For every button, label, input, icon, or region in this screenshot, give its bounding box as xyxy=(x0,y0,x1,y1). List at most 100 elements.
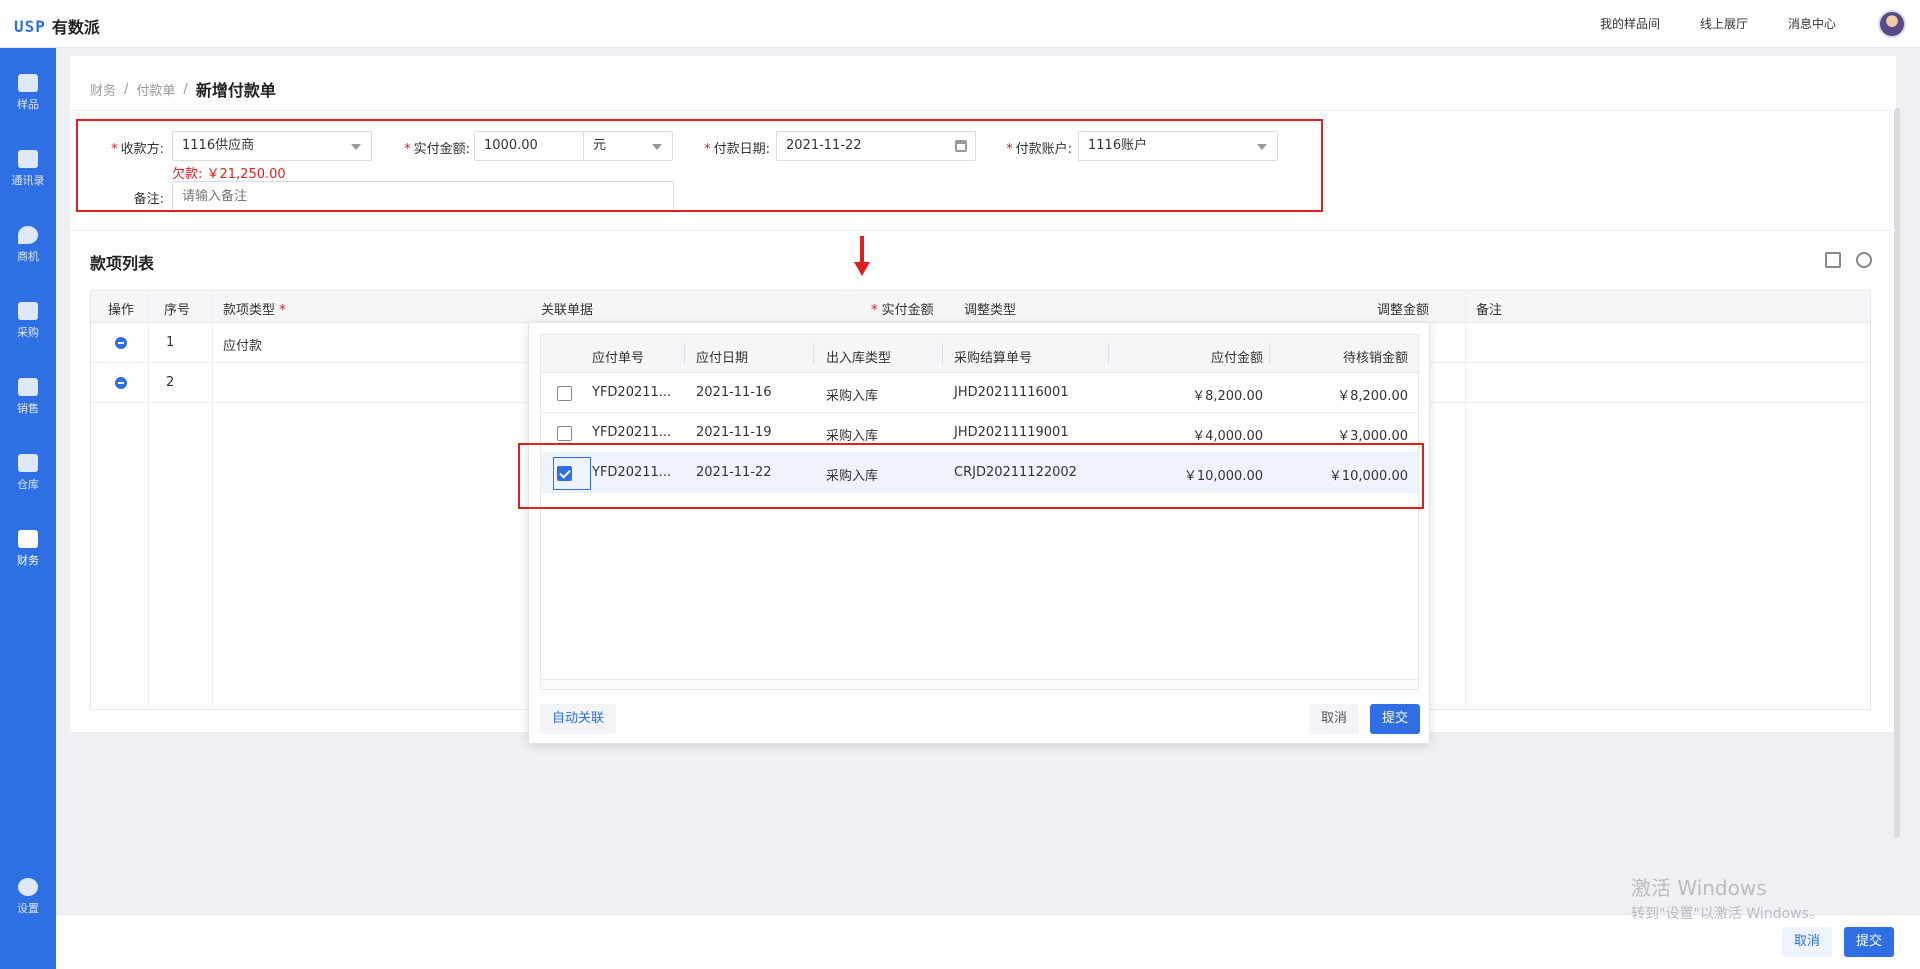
related-docs-header: 应付单号 应付日期 出入库类型 采购结算单号 应付金额 待核销金额 xyxy=(541,335,1418,373)
logo-mark: USP xyxy=(14,16,46,36)
pending-amount: ￥8,200.00 xyxy=(1337,389,1408,404)
row-index: 1 xyxy=(166,335,175,350)
user-avatar[interactable] xyxy=(1878,10,1906,38)
io-type: 采购入库 xyxy=(826,429,879,444)
purchase-icon xyxy=(18,302,38,320)
divider xyxy=(70,110,1896,111)
settle-no: JHD20211119001 xyxy=(954,425,1069,440)
popover-cancel-button[interactable]: 取消 xyxy=(1309,704,1360,734)
nav-label: 仓库 xyxy=(17,478,39,491)
settle-no: JHD20211116001 xyxy=(954,385,1069,400)
related-docs-popover: 应付单号 应付日期 出入库类型 采购结算单号 应付金额 待核销金额 YFD202… xyxy=(528,322,1430,744)
windows-activation-watermark: 激活 Windows 转到"设置"以激活 Windows。 xyxy=(1631,872,1823,923)
col-paid-amount: * 实付金额 xyxy=(871,303,934,318)
popover-submit-button[interactable]: 提交 xyxy=(1370,704,1421,734)
nav-item-settings[interactable]: 设置 xyxy=(0,872,56,928)
cancel-button[interactable]: 取消 xyxy=(1782,927,1833,957)
payable-date: 2021-11-16 xyxy=(696,385,772,400)
items-section-title: 款项列表 xyxy=(90,254,155,273)
items-table-header: 操作 序号 款项类型 * 关联单据 * 实付金额 调整类型 调整金额 备注 xyxy=(91,291,1870,323)
page-scrollbar[interactable] xyxy=(1894,108,1900,838)
col-io-type: 出入库类型 xyxy=(826,351,892,366)
fullscreen-icon[interactable] xyxy=(1825,252,1841,268)
col-adjust-amount: 调整金额 xyxy=(1377,303,1430,318)
col-payable-amount: 应付金额 xyxy=(1210,351,1263,366)
breadcrumb-payment-order[interactable]: 付款单 xyxy=(136,80,175,99)
remove-row-icon[interactable] xyxy=(115,337,127,349)
nav-label: 销售 xyxy=(17,402,39,415)
row-checkbox[interactable] xyxy=(557,426,572,441)
payable-no: YFD20211... xyxy=(592,385,672,400)
sales-icon xyxy=(18,378,38,396)
io-type: 采购入库 xyxy=(826,389,879,404)
finance-icon xyxy=(18,530,38,548)
col-settle-no: 采购结算单号 xyxy=(954,351,1033,366)
nav-label: 设置 xyxy=(17,902,39,915)
column-divider xyxy=(942,343,943,365)
nav-item-purchase[interactable]: 采购 xyxy=(0,296,56,352)
nav-label: 采购 xyxy=(17,326,39,339)
annotation-arrow xyxy=(854,236,870,276)
watermark-line-2: 转到"设置"以激活 Windows。 xyxy=(1631,906,1823,922)
breadcrumb-finance[interactable]: 财务 xyxy=(90,80,116,99)
contacts-icon xyxy=(18,150,38,168)
col-payable-date: 应付日期 xyxy=(696,351,749,366)
col-pending-amount: 待核销金额 xyxy=(1342,351,1408,366)
col-payable-no: 应付单号 xyxy=(592,351,645,366)
nav-item-contacts[interactable]: 通讯录 xyxy=(0,144,56,200)
payable-amount: ￥8,200.00 xyxy=(1192,389,1263,404)
nav-label: 商机 xyxy=(17,250,39,263)
opportunity-icon xyxy=(18,226,38,244)
settings-icon xyxy=(18,878,38,896)
horizontal-scrollbar[interactable] xyxy=(541,679,1418,689)
nav-label: 财务 xyxy=(17,554,39,567)
nav-item-sample[interactable]: 样品 xyxy=(0,68,56,124)
nav-item-finance[interactable]: 财务 xyxy=(0,524,56,580)
warehouse-icon xyxy=(18,454,38,472)
breadcrumb: 财务 / 付款单 / 新增付款单 xyxy=(90,77,276,101)
column-divider xyxy=(1108,343,1109,365)
column-divider xyxy=(813,343,814,365)
watermark-line-1: 激活 Windows xyxy=(1631,876,1767,900)
col-adjust-type: 调整类型 xyxy=(964,303,1017,318)
table-row[interactable]: YFD20211... 2021-11-16 采购入库 JHD202111160… xyxy=(541,373,1418,413)
nav-label: 样品 xyxy=(17,98,39,111)
page-title: 新增付款单 xyxy=(195,81,276,100)
column-divider xyxy=(684,343,685,365)
breadcrumb-separator: / xyxy=(124,81,129,97)
column-divider xyxy=(1269,343,1270,365)
brand-name: 有数派 xyxy=(51,18,100,37)
pending-amount: ￥3,000.00 xyxy=(1337,429,1408,444)
related-docs-table: 应付单号 应付日期 出入库类型 采购结算单号 应付金额 待核销金额 YFD202… xyxy=(540,334,1419,690)
app-logo[interactable]: USP 有数派 xyxy=(14,14,100,38)
submit-button[interactable]: 提交 xyxy=(1844,927,1895,957)
col-type: 款项类型 * xyxy=(223,303,286,318)
row-checkbox[interactable] xyxy=(557,386,572,401)
col-index: 序号 xyxy=(164,303,191,318)
row-type[interactable]: 应付款 xyxy=(223,335,262,354)
side-nav: 样品 通讯录 商机 采购 销售 仓库 财务 设置 xyxy=(0,48,56,969)
breadcrumb-separator: / xyxy=(183,81,188,97)
gear-icon[interactable] xyxy=(1856,252,1872,268)
nav-label: 通讯录 xyxy=(11,174,45,187)
col-remark: 备注 xyxy=(1476,303,1503,318)
payable-no: YFD20211... xyxy=(592,425,672,440)
top-links: 我的样品间 线上展厅 消息中心 xyxy=(1600,15,1836,32)
payable-date: 2021-11-19 xyxy=(696,425,772,440)
top-link-online-showroom[interactable]: 线上展厅 xyxy=(1700,15,1748,32)
top-bar: USP 有数派 我的样品间 线上展厅 消息中心 xyxy=(0,0,1920,48)
remove-row-icon[interactable] xyxy=(115,377,127,389)
highlight-box-selected-row xyxy=(518,443,1424,509)
divider xyxy=(70,230,1896,231)
highlight-box-form xyxy=(76,119,1323,212)
nav-item-sales[interactable]: 销售 xyxy=(0,372,56,428)
nav-item-opportunity[interactable]: 商机 xyxy=(0,220,56,276)
nav-item-warehouse[interactable]: 仓库 xyxy=(0,448,56,504)
auto-link-button[interactable]: 自动关联 xyxy=(540,704,617,734)
row-index: 2 xyxy=(166,375,175,390)
sample-icon xyxy=(18,74,38,92)
top-link-sample-room[interactable]: 我的样品间 xyxy=(1600,15,1660,32)
payable-amount: ￥4,000.00 xyxy=(1192,429,1263,444)
col-related-doc: 关联单据 xyxy=(541,303,594,318)
top-link-message-center[interactable]: 消息中心 xyxy=(1788,15,1836,32)
